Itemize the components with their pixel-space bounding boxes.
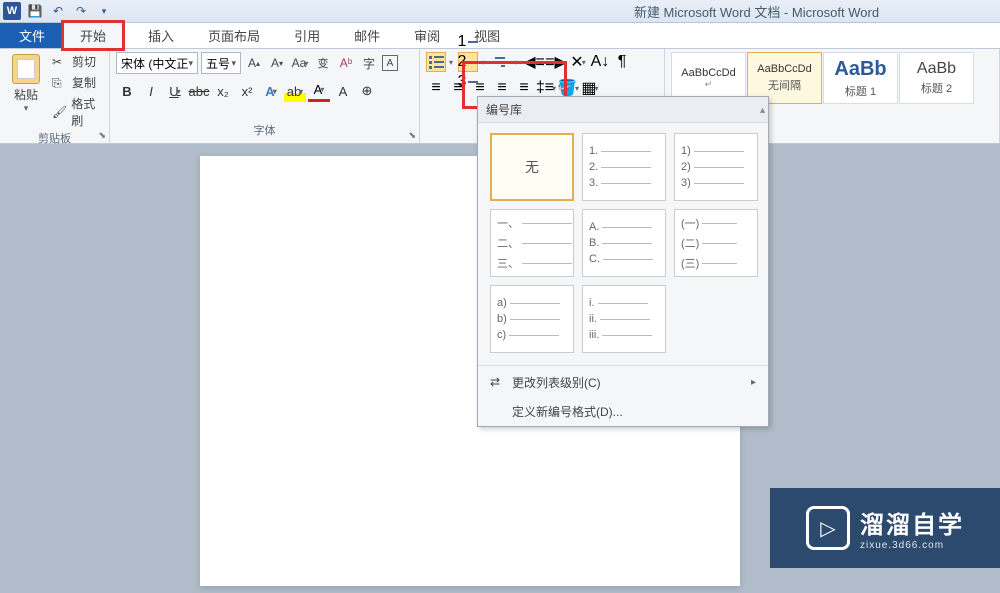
watermark-banner: ▷ 溜溜自学 zixue.3d66.com bbox=[770, 488, 1000, 568]
numbering-option-3[interactable]: 一、 二、 三、 bbox=[490, 209, 574, 277]
italic-button[interactable]: I bbox=[140, 80, 162, 102]
align-right-button[interactable]: ≡ bbox=[470, 78, 490, 98]
tab-insert[interactable]: 插入 bbox=[131, 23, 191, 48]
change-case-button[interactable]: Aa▾ bbox=[290, 53, 310, 73]
border-char-button[interactable]: A bbox=[382, 55, 398, 71]
numbering-dropdown: 编号库 ▴ 无 1. 2. 3. 1) 2) 3) 一、 二、 三、 A. B.… bbox=[477, 96, 769, 427]
numbering-none[interactable]: 无 bbox=[490, 133, 574, 201]
line-spacing-button[interactable]: ‡≡▾ bbox=[536, 78, 556, 98]
clear-format-button[interactable]: Aᵇ bbox=[336, 53, 356, 73]
font-launcher-icon[interactable]: ⬊ bbox=[408, 130, 416, 141]
subscript-button[interactable]: x₂ bbox=[212, 80, 234, 102]
phonetic-button[interactable]: 变 bbox=[313, 53, 333, 73]
group-clipboard: 粘贴 ▾ ✂ 剪切 ⎘ 复制 🖌 格式刷 剪贴板 ⬊ bbox=[0, 49, 110, 143]
tab-file[interactable]: 文件 bbox=[0, 23, 64, 48]
numbering-option-2[interactable]: 1) 2) 3) bbox=[674, 133, 758, 201]
sort-button[interactable]: A↓ bbox=[590, 52, 610, 72]
distribute-button[interactable]: ≡ bbox=[514, 78, 534, 98]
group-font: 宋体 (中文正▾ 五号▾ A▴ A▾ Aa▾ 变 Aᵇ 字 A B I U▾ a… bbox=[110, 49, 420, 143]
word-app-icon: W bbox=[3, 2, 21, 20]
change-list-level-item[interactable]: ⇄ 更改列表级别(C) ▸ bbox=[478, 368, 768, 397]
watermark-title: 溜溜自学 bbox=[860, 505, 964, 540]
scroll-up-icon[interactable]: ▴ bbox=[760, 105, 765, 116]
tab-review[interactable]: 审阅 bbox=[397, 23, 457, 48]
paste-icon bbox=[12, 54, 40, 84]
decrease-indent-button[interactable]: ◀≡ bbox=[524, 52, 544, 72]
font-color-button[interactable]: A▾ bbox=[308, 80, 330, 102]
numbering-option-4[interactable]: A. B. C. bbox=[582, 209, 666, 277]
shrink-font-button[interactable]: A▾ bbox=[267, 53, 287, 73]
bold-button[interactable]: B bbox=[116, 80, 138, 102]
char-shading-button[interactable]: A bbox=[332, 80, 354, 102]
dropdown-header: 编号库 bbox=[478, 97, 768, 123]
tab-home[interactable]: 开始 bbox=[61, 20, 125, 51]
tab-mailings[interactable]: 邮件 bbox=[337, 23, 397, 48]
grow-font-button[interactable]: A▴ bbox=[244, 53, 264, 73]
highlight-button[interactable]: ab▾ bbox=[284, 80, 306, 102]
watermark-url: zixue.3d66.com bbox=[860, 540, 964, 551]
copy-icon: ⎘ bbox=[52, 76, 68, 90]
format-painter-button[interactable]: 🖌 格式刷 bbox=[50, 94, 103, 130]
text-effects-button[interactable]: A▾ bbox=[260, 80, 282, 102]
show-marks-button[interactable]: ¶ bbox=[612, 52, 632, 72]
title-bar: W 💾 ↶ ↷ ▾ 新建 Microsoft Word 文档 - Microso… bbox=[0, 0, 1000, 23]
align-center-button[interactable]: ≡ bbox=[448, 78, 468, 98]
redo-icon[interactable]: ↷ bbox=[72, 2, 90, 20]
save-icon[interactable]: 💾 bbox=[26, 2, 44, 20]
play-icon: ▷ bbox=[806, 506, 850, 550]
brush-icon: 🖌 bbox=[52, 105, 67, 119]
window-title: 新建 Microsoft Word 文档 - Microsoft Word bbox=[113, 2, 1000, 21]
numbering-option-1[interactable]: 1. 2. 3. bbox=[582, 133, 666, 201]
asian-layout-button[interactable]: ⊕ bbox=[356, 80, 378, 102]
copy-button[interactable]: ⎘ 复制 bbox=[50, 73, 103, 92]
superscript-button[interactable]: x² bbox=[236, 80, 258, 102]
group-label-font: 字体 bbox=[116, 122, 413, 140]
font-name-combo[interactable]: 宋体 (中文正▾ bbox=[116, 52, 198, 74]
ribbon-tabs: 文件 开始 插入 页面布局 引用 邮件 审阅 视图 bbox=[0, 23, 1000, 49]
define-format-icon bbox=[490, 404, 506, 420]
multilevel-button[interactable]: ▾ bbox=[490, 52, 510, 72]
paste-button[interactable]: 粘贴 ▾ bbox=[6, 52, 46, 130]
style-heading2[interactable]: AaBb 标题 2 bbox=[899, 52, 974, 104]
strikethrough-button[interactable]: abc bbox=[188, 80, 210, 102]
clipboard-launcher-icon[interactable]: ⬊ bbox=[98, 130, 106, 141]
list-level-icon: ⇄ bbox=[490, 375, 506, 391]
numbering-option-6[interactable]: a) b) c) bbox=[490, 285, 574, 353]
style-heading1[interactable]: AaBb 标题 1 bbox=[823, 52, 898, 104]
define-new-format-item[interactable]: 定义新编号格式(D)... bbox=[478, 397, 768, 426]
bullets-button[interactable]: ▾ bbox=[426, 52, 446, 72]
underline-button[interactable]: U▾ bbox=[164, 80, 186, 102]
tab-layout[interactable]: 页面布局 bbox=[191, 23, 277, 48]
enclose-button[interactable]: 字 bbox=[359, 53, 379, 73]
qat-dropdown-icon[interactable]: ▾ bbox=[95, 2, 113, 20]
undo-icon[interactable]: ↶ bbox=[49, 2, 67, 20]
numbering-option-5[interactable]: (一) (二) (三) bbox=[674, 209, 758, 277]
asian-button[interactable]: ✕▾ bbox=[568, 52, 588, 72]
cut-button[interactable]: ✂ 剪切 bbox=[50, 52, 103, 71]
shading-button[interactable]: 🪣▾ bbox=[558, 78, 578, 98]
numbering-option-7[interactable]: i. ii. iii. bbox=[582, 285, 666, 353]
scissors-icon: ✂ bbox=[52, 55, 68, 69]
submenu-arrow-icon: ▸ bbox=[751, 377, 756, 388]
tab-references[interactable]: 引用 bbox=[277, 23, 337, 48]
numbering-button[interactable]: 123 ▾ bbox=[458, 52, 478, 72]
justify-button[interactable]: ≡ bbox=[492, 78, 512, 98]
borders-button[interactable]: ▦▾ bbox=[580, 78, 600, 98]
font-size-combo[interactable]: 五号▾ bbox=[201, 52, 241, 74]
increase-indent-button[interactable]: ≡▶ bbox=[546, 52, 566, 72]
align-left-button[interactable]: ≡ bbox=[426, 78, 446, 98]
